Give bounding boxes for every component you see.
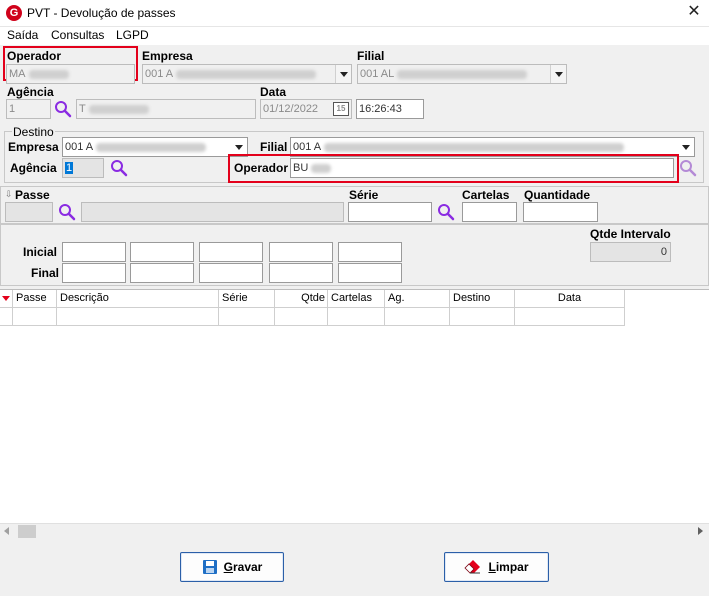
destino-filial-label: Filial xyxy=(260,140,288,154)
data-value: 01/12/2022 xyxy=(263,103,319,115)
inicial-field-4[interactable] xyxy=(269,242,333,262)
menu-item-lgpd[interactable]: LGPD xyxy=(116,28,149,42)
final-field-3[interactable] xyxy=(199,263,263,283)
final-field-4[interactable] xyxy=(269,263,333,283)
horizontal-scrollbar[interactable] xyxy=(0,523,709,539)
destino-operador-label: Operador xyxy=(234,161,289,175)
inicial-field-3[interactable] xyxy=(199,242,263,262)
column-header-passe[interactable]: Passe xyxy=(13,290,57,308)
column-header-destino[interactable]: Destino xyxy=(450,290,515,308)
filial-label: Filial xyxy=(357,49,385,63)
qtde-intervalo-field: 0 xyxy=(590,242,671,262)
grid-header: Passe Descrição Série Qtde Cartelas Ag. … xyxy=(0,290,625,308)
scroll-right-icon[interactable] xyxy=(698,527,703,535)
close-icon[interactable]: ✕ xyxy=(685,3,703,21)
search-icon[interactable] xyxy=(110,159,128,177)
agencia-code-field[interactable]: 1 xyxy=(6,99,51,119)
scroll-left-icon[interactable] xyxy=(4,527,9,535)
destino-empresa-select[interactable]: 001 A xyxy=(62,137,248,157)
eraser-icon xyxy=(464,560,481,574)
agencia-name-value: T xyxy=(79,103,86,115)
floppy-disk-icon xyxy=(202,560,217,574)
arrow-down-icon: ⇩ xyxy=(5,189,13,199)
destino-operador-value: BU xyxy=(293,162,309,174)
serie-field[interactable] xyxy=(348,202,432,222)
final-label: Final xyxy=(31,266,60,280)
serie-label: Série xyxy=(349,188,379,202)
gravar-button[interactable]: Gravar xyxy=(180,552,284,582)
chevron-down-icon[interactable] xyxy=(335,65,351,83)
chevron-down-icon[interactable] xyxy=(678,138,694,156)
destino-empresa-label: Empresa xyxy=(8,140,59,154)
destino-agencia-field[interactable]: 1 xyxy=(62,158,104,178)
passe-code-field[interactable] xyxy=(5,202,53,222)
gravar-label: Gravar xyxy=(223,560,263,574)
menu-bar: Saída Consultas LGPD xyxy=(0,27,709,45)
triangle-down-icon xyxy=(2,296,10,301)
agencia-name-field[interactable]: T xyxy=(76,99,256,119)
destino-filial-value: 001 A xyxy=(293,141,322,153)
calendar-icon[interactable]: 15 xyxy=(333,102,349,116)
destino-operador-field[interactable]: BU xyxy=(290,158,674,178)
filial-select[interactable]: 001 AL xyxy=(357,64,567,84)
empresa-select[interactable]: 001 A xyxy=(142,64,352,84)
filial-value: 001 AL xyxy=(360,68,395,80)
final-field-2[interactable] xyxy=(130,263,194,283)
quantidade-label: Quantidade xyxy=(524,188,591,202)
qtde-intervalo-value: 0 xyxy=(660,246,667,258)
menu-item-saida[interactable]: Saída xyxy=(7,28,38,42)
final-field-5[interactable] xyxy=(338,263,402,283)
column-header-ag[interactable]: Ag. xyxy=(385,290,450,308)
column-header-serie[interactable]: Série xyxy=(219,290,275,308)
cartelas-label: Cartelas xyxy=(462,188,510,202)
operador-field[interactable]: MA xyxy=(6,64,135,84)
destino-agencia-value: 1 xyxy=(65,162,74,174)
operador-label: Operador xyxy=(7,49,62,63)
hora-field[interactable]: 16:26:43 xyxy=(356,99,424,119)
inicial-field-1[interactable] xyxy=(62,242,126,262)
destino-agencia-label: Agência xyxy=(10,161,57,175)
search-icon[interactable] xyxy=(679,159,697,177)
destino-group-label: Destino xyxy=(12,125,55,139)
qtde-intervalo-label: Qtde Intervalo xyxy=(590,227,671,241)
search-icon[interactable] xyxy=(54,100,72,118)
window-title: PVT - Devolução de passes xyxy=(27,6,176,20)
agencia-code-value: 1 xyxy=(9,103,16,115)
title-bar: G PVT - Devolução de passes ✕ xyxy=(0,0,709,27)
search-icon[interactable] xyxy=(437,203,455,221)
limpar-button[interactable]: Limpar xyxy=(444,552,549,582)
destino-empresa-value: 001 A xyxy=(65,141,94,153)
data-label: Data xyxy=(260,85,287,99)
passes-grid[interactable] xyxy=(0,289,709,539)
limpar-label: Limpar xyxy=(488,560,529,574)
hora-value: 16:26:43 xyxy=(359,103,402,115)
scrollbar-thumb[interactable] xyxy=(18,525,36,538)
final-field-1[interactable] xyxy=(62,263,126,283)
data-field[interactable]: 01/12/2022 15 xyxy=(260,99,352,119)
chevron-down-icon[interactable] xyxy=(550,65,566,83)
empresa-label: Empresa xyxy=(142,49,193,63)
operador-value: MA xyxy=(9,68,26,80)
menu-item-consultas[interactable]: Consultas xyxy=(51,28,104,42)
sort-indicator[interactable] xyxy=(0,290,13,308)
search-icon[interactable] xyxy=(58,203,76,221)
empresa-value: 001 A xyxy=(145,68,174,80)
app-logo-icon: G xyxy=(6,5,22,21)
passe-label: Passe xyxy=(15,188,50,202)
table-row[interactable] xyxy=(0,308,625,326)
inicial-label: Inicial xyxy=(23,245,58,259)
column-header-descricao[interactable]: Descrição xyxy=(57,290,219,308)
cartelas-field[interactable] xyxy=(462,202,517,222)
passe-descricao-field[interactable] xyxy=(81,202,344,222)
inicial-field-5[interactable] xyxy=(338,242,402,262)
quantidade-field[interactable] xyxy=(523,202,598,222)
inicial-field-2[interactable] xyxy=(130,242,194,262)
column-header-data[interactable]: Data xyxy=(515,290,625,308)
column-header-qtde[interactable]: Qtde xyxy=(275,290,328,308)
column-header-cartelas[interactable]: Cartelas xyxy=(328,290,385,308)
agencia-label: Agência xyxy=(7,85,54,99)
